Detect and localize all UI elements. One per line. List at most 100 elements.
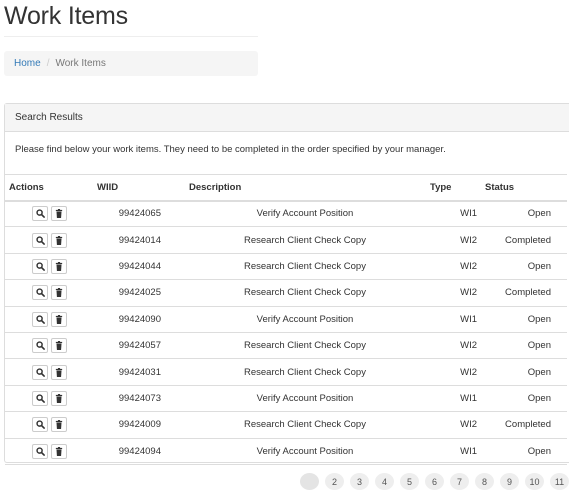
cell-type: WI1 bbox=[425, 438, 485, 465]
cell-description: Research Client Check Copy bbox=[185, 332, 425, 360]
header-wiid: WIID bbox=[90, 174, 185, 202]
panel-heading: Search Results bbox=[5, 104, 569, 132]
breadcrumb: Home / Work Items bbox=[4, 51, 258, 76]
page-title: Work Items bbox=[4, 2, 128, 30]
search-icon bbox=[35, 420, 45, 430]
trash-icon bbox=[55, 235, 63, 245]
page-button[interactable]: 4 bbox=[375, 473, 394, 490]
delete-button[interactable] bbox=[51, 258, 67, 274]
cell-status: Completed bbox=[485, 226, 567, 254]
row-actions bbox=[5, 306, 90, 333]
breadcrumb-separator: / bbox=[46, 58, 50, 69]
cell-description: Research Client Check Copy bbox=[185, 253, 425, 281]
page-button[interactable]: 6 bbox=[425, 473, 444, 490]
view-button[interactable] bbox=[32, 206, 48, 222]
table-row: 99424057 Research Client Check Copy WI2 Ope… bbox=[5, 332, 567, 360]
row-actions bbox=[5, 279, 90, 307]
search-icon bbox=[35, 341, 45, 351]
trash-icon bbox=[55, 420, 63, 430]
header-type: Type bbox=[425, 174, 485, 202]
page-button[interactable]: 10 bbox=[525, 473, 544, 490]
delete-button[interactable] bbox=[51, 232, 67, 248]
cell-wiid: 99424094 bbox=[90, 438, 185, 465]
cell-status: Open bbox=[485, 253, 567, 281]
row-actions bbox=[5, 358, 90, 386]
work-items-table: Actions WIID Description Type Status 994… bbox=[5, 174, 567, 465]
page-button[interactable]: 9 bbox=[500, 473, 519, 490]
cell-type: WI2 bbox=[425, 253, 485, 281]
cell-status: Completed bbox=[485, 279, 567, 307]
page-button[interactable]: 5 bbox=[400, 473, 419, 490]
view-button[interactable] bbox=[32, 311, 48, 327]
cell-description: Verify Account Position bbox=[185, 306, 425, 333]
row-actions bbox=[5, 200, 90, 228]
search-icon bbox=[35, 209, 45, 219]
cell-wiid: 99424090 bbox=[90, 306, 185, 333]
cell-status: Completed bbox=[485, 411, 567, 439]
view-button[interactable] bbox=[32, 258, 48, 274]
cell-wiid: 99424073 bbox=[90, 385, 185, 413]
view-button[interactable] bbox=[32, 364, 48, 380]
trash-icon bbox=[55, 341, 63, 351]
search-icon bbox=[35, 367, 45, 377]
delete-button[interactable] bbox=[51, 443, 67, 459]
cell-type: WI1 bbox=[425, 385, 485, 413]
delete-button[interactable] bbox=[51, 311, 67, 327]
breadcrumb-home-link[interactable]: Home bbox=[14, 58, 41, 69]
page-button[interactable]: 1 bbox=[300, 473, 319, 490]
search-icon bbox=[35, 447, 45, 456]
trash-icon bbox=[55, 209, 63, 219]
page-button[interactable]: 3 bbox=[350, 473, 369, 490]
row-actions bbox=[5, 332, 90, 360]
trash-icon bbox=[55, 393, 63, 403]
view-button[interactable] bbox=[32, 232, 48, 248]
delete-button[interactable] bbox=[51, 206, 67, 222]
view-button[interactable] bbox=[32, 285, 48, 301]
cell-type: WI1 bbox=[425, 200, 485, 228]
table-row: 99424094 Verify Account Position WI1 Open bbox=[5, 438, 567, 465]
view-button[interactable] bbox=[32, 417, 48, 433]
page-button[interactable]: 7 bbox=[450, 473, 469, 490]
cell-wiid: 99424044 bbox=[90, 253, 185, 281]
delete-button[interactable] bbox=[51, 338, 67, 354]
table-row: 99424031 Research Client Check Copy WI2 Ope… bbox=[5, 358, 567, 386]
cell-type: WI2 bbox=[425, 332, 485, 360]
view-button[interactable] bbox=[32, 443, 48, 459]
cell-description: Verify Account Position bbox=[185, 385, 425, 413]
table-row: 99424025 Research Client Check Copy WI2 Com… bbox=[5, 279, 567, 307]
cell-wiid: 99424065 bbox=[90, 200, 185, 228]
trash-icon bbox=[55, 261, 63, 271]
page-button[interactable]: 11 bbox=[550, 473, 569, 490]
cell-wiid: 99424025 bbox=[90, 279, 185, 307]
trash-icon bbox=[55, 288, 63, 298]
view-button[interactable] bbox=[32, 338, 48, 354]
row-actions bbox=[5, 226, 90, 254]
search-icon bbox=[35, 394, 45, 403]
cell-status: Open bbox=[485, 358, 567, 386]
row-actions bbox=[5, 253, 90, 281]
page-button[interactable]: 2 bbox=[325, 473, 344, 490]
panel-intro-text: Please find below your work items. They … bbox=[15, 144, 446, 155]
delete-button[interactable] bbox=[51, 364, 67, 380]
page-button[interactable]: 8 bbox=[475, 473, 494, 490]
search-icon bbox=[35, 235, 45, 245]
breadcrumb-current: Work Items bbox=[55, 58, 106, 69]
trash-icon bbox=[55, 314, 63, 324]
table-header-row: Actions WIID Description Type Status bbox=[5, 174, 567, 202]
table-row: 99424073 Verify Account Position WI1 Open bbox=[5, 385, 567, 413]
table-row: 99424044 Research Client Check Copy WI2 Ope… bbox=[5, 253, 567, 281]
cell-type: WI2 bbox=[425, 226, 485, 254]
search-icon bbox=[35, 315, 45, 324]
view-button[interactable] bbox=[32, 390, 48, 406]
table-row: 99424065 Verify Account Position WI1 Open bbox=[5, 200, 567, 228]
cell-description: Research Client Check Copy bbox=[185, 411, 425, 439]
delete-button[interactable] bbox=[51, 390, 67, 406]
row-actions bbox=[5, 438, 90, 465]
title-divider bbox=[4, 36, 258, 37]
trash-icon bbox=[55, 446, 63, 456]
cell-type: WI2 bbox=[425, 279, 485, 307]
delete-button[interactable] bbox=[51, 285, 67, 301]
search-icon bbox=[35, 288, 45, 298]
cell-type: WI2 bbox=[425, 358, 485, 386]
delete-button[interactable] bbox=[51, 417, 67, 433]
